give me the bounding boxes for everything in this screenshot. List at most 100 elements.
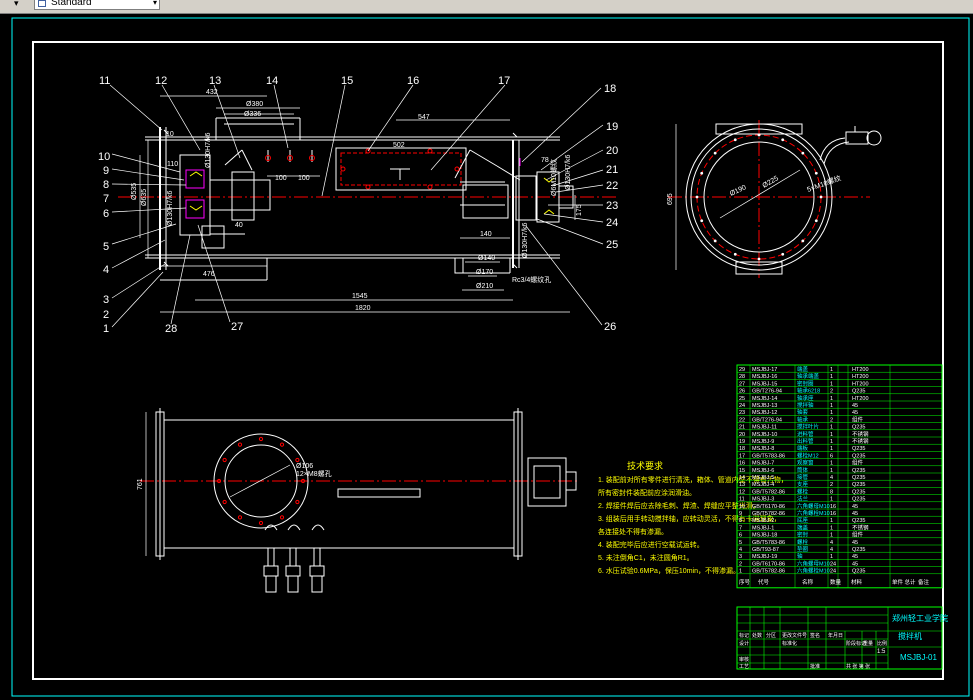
svg-text:Ø130H7/k6: Ø130H7/k6 [522, 222, 529, 258]
top-bolt-hole [295, 499, 300, 505]
bom-cell: MSJBJ-18 [752, 533, 777, 539]
bom-row: 28 MSJBJ-16 轴承端盖 1 HT200 [739, 372, 869, 380]
bom-cell: 六角螺栓M10 [797, 509, 830, 517]
bom-cell: 底座 [797, 516, 809, 524]
side-view [668, 120, 882, 278]
bom-cell: 4 [830, 547, 833, 553]
bom-cell: 螺栓 [797, 487, 809, 495]
bom-cell: 27 [739, 381, 745, 387]
bom-row: 22 GB/T276-94 轴承 2 组件 [739, 415, 864, 423]
bom-cell: 组件 [852, 415, 864, 423]
bom-row: 18 MSJBJ-8 端板 1 Q235 [739, 444, 865, 452]
svg-text:Ø336: Ø336 [244, 111, 261, 118]
side-bolt-hole [700, 219, 704, 223]
notes-title: 技术要求 [627, 460, 663, 471]
svg-text:1820: 1820 [355, 305, 371, 312]
bill-of-materials: 29 MSJBJ-17 端盖 1 HT20028 MSJBJ-16 轴承端盖 1 HT20027… [736, 364, 943, 589]
bom-cell: 5 [739, 540, 742, 546]
side-bolt-hole [713, 239, 717, 243]
top-bolt-hole [237, 442, 243, 447]
svg-text:3: 3 [103, 294, 109, 306]
bom-cell: 出料管 [797, 437, 814, 445]
svg-text:标记: 标记 [739, 632, 749, 639]
svg-text:547: 547 [418, 114, 430, 121]
svg-text:Ø380: Ø380 [246, 101, 263, 108]
svg-text:140: 140 [480, 231, 492, 238]
bom-row: 19 MSJBJ-9 出料管 1 不锈钢 [739, 437, 869, 445]
top-bolt-hole [279, 515, 285, 520]
svg-text:5. 未注倒角C1，未注圆角R1。: 5. 未注倒角C1，未注圆角R1。 [598, 553, 694, 562]
bom-cell: 法兰 [797, 495, 809, 503]
bom-row: 21 MSJBJ-11 搅拌叶片 1 Q235 [739, 423, 865, 431]
bom-cell: 1 [830, 554, 833, 560]
bom-cell: 16 [739, 461, 745, 467]
side-bolt-hole [733, 138, 737, 142]
top-view [140, 408, 580, 593]
bom-cell: 24 [830, 561, 836, 567]
svg-text:Ø170: Ø170 [476, 269, 493, 276]
bom-cell: GB/T5783-86 [752, 540, 785, 546]
bom-cell: 1 [830, 533, 833, 539]
bom-cell: GB/T5782-86 [752, 489, 785, 495]
side-bolt-hole [801, 151, 805, 155]
svg-text:批准: 批准 [810, 663, 820, 670]
bom-cell: 1 [830, 446, 833, 452]
bom-header-cell: 单件 总计 [892, 578, 916, 586]
bom-cell: 1 [830, 525, 833, 531]
bom-row: 12 GB/T5782-86 螺栓 8 Q235 [739, 487, 865, 495]
bom-cell: 垫圈 [797, 545, 809, 553]
bom-header-cell: 数量 [830, 578, 842, 586]
bom-cell: 搅拌轴 [797, 401, 814, 409]
bom-cell: 23 [739, 410, 745, 416]
side-bolt-hole [733, 252, 737, 256]
bom-cell: 22 [739, 417, 745, 423]
bom-row: 2 GB/T6170-86 六角螺母M10 24 45 [739, 559, 858, 567]
text-style-select[interactable]: Standard ▾ [34, 0, 160, 10]
bom-cell: 1 [830, 468, 833, 474]
bom-row: 3 MSJBJ-19 轴 1 45 [739, 552, 858, 560]
bom-cell: MSJBJ-16 [752, 374, 777, 380]
bom-cell: 轴套 [797, 408, 809, 416]
bom-cell: MSJBJ-17 [752, 367, 777, 373]
properties-toolbar: ▾ Standard ▾ [0, 0, 973, 14]
side-bolt-hole [801, 239, 805, 243]
chevron-down-icon[interactable]: ▾ [153, 0, 157, 7]
side-bolt-hole [781, 138, 785, 142]
bom-row: 4 GB/T93-87 垫圈 4 Q235 [739, 545, 865, 553]
bom-cell: 1 [830, 461, 833, 467]
bom-cell: 接管 [797, 473, 809, 481]
bom-row: 25 MSJBJ-14 轴承座 1 HT200 [739, 394, 869, 402]
bom-cell: 2 [739, 561, 742, 567]
svg-text:17: 17 [498, 75, 510, 87]
svg-text:分区: 分区 [766, 632, 776, 639]
bom-cell: 轴承座 [797, 394, 814, 402]
bom-cell: MSJBJ-13 [752, 403, 777, 409]
drawing-name: 搅拌机 [898, 631, 922, 641]
drawing-canvas[interactable]: 432 Ø380 Ø336 10 110 100 100 547 502 78 … [0, 14, 973, 700]
layer-dropdown-arrow-icon[interactable]: ▾ [14, 0, 19, 9]
svg-text:25: 25 [606, 239, 618, 251]
bom-cell: 1 [830, 425, 833, 431]
svg-text:12: 12 [155, 75, 167, 87]
svg-text:所有密封件装配前应涂润滑油。: 所有密封件装配前应涂润滑油。 [598, 488, 696, 497]
svg-text:7: 7 [103, 193, 109, 205]
bom-cell: 4 [830, 475, 833, 481]
bom-cell: 1 [830, 410, 833, 416]
bom-cell: 端盖 [797, 523, 809, 531]
top-bolt-hole [237, 515, 243, 520]
bom-cell: Q235 [852, 482, 865, 488]
bom-cell: GB/T5782-86 [752, 569, 785, 575]
svg-text:各连接处不得有渗漏。: 各连接处不得有渗漏。 [598, 527, 668, 536]
bom-cell: 端板 [797, 444, 809, 452]
bom-cell: 1 [830, 439, 833, 445]
bom-row: 15 MSJBJ-6 筒体 1 Q235 [739, 466, 865, 474]
bom-cell: 组件 [852, 459, 864, 467]
svg-text:重量: 重量 [863, 640, 873, 647]
bom-header-cell: 序号 [739, 578, 751, 586]
bom-cell: 2 [830, 389, 833, 395]
svg-text:20: 20 [606, 145, 618, 157]
svg-text:Ø635: Ø635 [141, 189, 148, 206]
bom-cell: 1 [830, 403, 833, 409]
bom-header-cell: 材料 [851, 578, 863, 586]
bom-cell: 9 [739, 511, 742, 517]
